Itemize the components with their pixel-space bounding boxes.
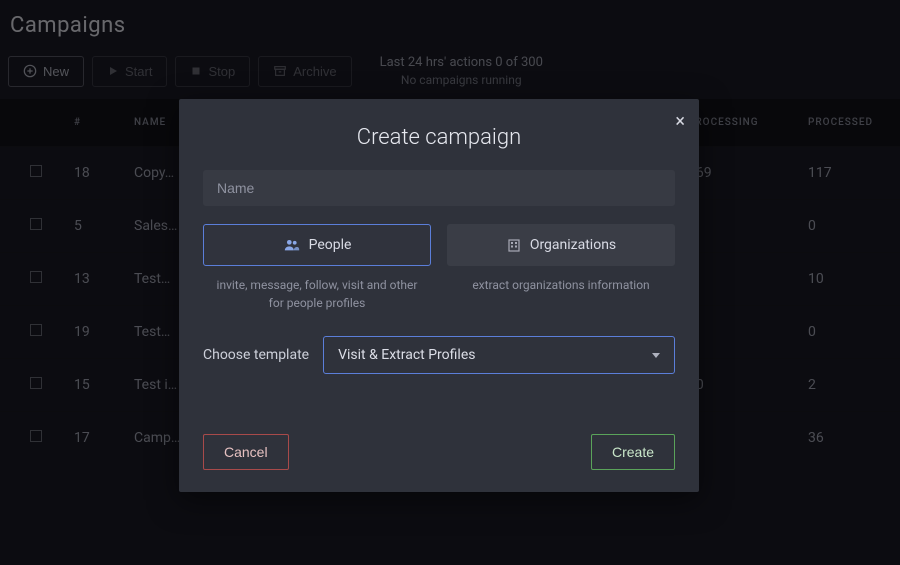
row-checkbox[interactable] [30, 430, 42, 442]
template-label: Choose template [203, 347, 309, 363]
chevron-down-icon [652, 353, 660, 358]
cell-processed: 117 [800, 146, 900, 199]
cell-num: 5 [66, 199, 126, 252]
cell-processed: 0 [800, 199, 900, 252]
building-icon [506, 238, 522, 252]
plus-circle-icon [23, 64, 37, 78]
stats-line2: No campaigns running [380, 72, 543, 89]
cell-processed: 36 [800, 411, 900, 464]
type-people-label: People [309, 237, 352, 253]
type-people-desc: invite, message, follow, visit and other… [203, 276, 431, 312]
col-num: # [66, 99, 126, 147]
template-value: Visit & Extract Profiles [338, 347, 475, 363]
people-icon [283, 238, 301, 252]
page-title: Campaigns [0, 0, 900, 44]
row-checkbox[interactable] [30, 165, 42, 177]
cell-processed: 10 [800, 252, 900, 305]
row-checkbox[interactable] [30, 271, 42, 283]
type-people-button[interactable]: People [203, 224, 431, 266]
stop-icon [190, 65, 202, 77]
row-checkbox[interactable] [30, 377, 42, 389]
row-checkbox[interactable] [30, 218, 42, 230]
type-orgs-label: Organizations [530, 237, 616, 253]
start-label: Start [125, 64, 152, 79]
stats-line1: Last 24 hrs' actions 0 of 300 [380, 54, 543, 72]
new-label: New [43, 64, 69, 79]
close-icon[interactable]: × [675, 111, 685, 132]
start-button[interactable]: Start [92, 56, 167, 87]
cell-num: 19 [66, 305, 126, 358]
cancel-button[interactable]: Cancel [203, 434, 289, 470]
modal-title: Create campaign [203, 125, 675, 150]
new-button[interactable]: New [8, 56, 84, 87]
cell-num: 18 [66, 146, 126, 199]
play-icon [107, 65, 119, 77]
col-processed: PROCESSED [800, 99, 900, 147]
cell-num: 13 [66, 252, 126, 305]
stats-block: Last 24 hrs' actions 0 of 300 No campaig… [380, 54, 543, 89]
type-orgs-button[interactable]: Organizations [447, 224, 675, 266]
cell-num: 17 [66, 411, 126, 464]
template-select[interactable]: Visit & Extract Profiles [323, 336, 675, 374]
type-orgs-desc: extract organizations information [447, 276, 675, 294]
campaign-name-input[interactable] [203, 170, 675, 206]
stop-button[interactable]: Stop [175, 56, 250, 87]
create-button[interactable]: Create [591, 434, 675, 470]
archive-icon [273, 64, 287, 78]
archive-button[interactable]: Archive [258, 56, 351, 87]
toolbar: New Start Stop Archive Last 24 hrs' acti… [0, 44, 900, 99]
cell-num: 15 [66, 358, 126, 411]
archive-label: Archive [293, 64, 336, 79]
create-campaign-modal: × Create campaign People invite, message… [179, 99, 699, 492]
cell-processed: 2 [800, 358, 900, 411]
stop-label: Stop [208, 64, 235, 79]
col-checkbox [0, 99, 66, 147]
cell-processed: 0 [800, 305, 900, 358]
row-checkbox[interactable] [30, 324, 42, 336]
